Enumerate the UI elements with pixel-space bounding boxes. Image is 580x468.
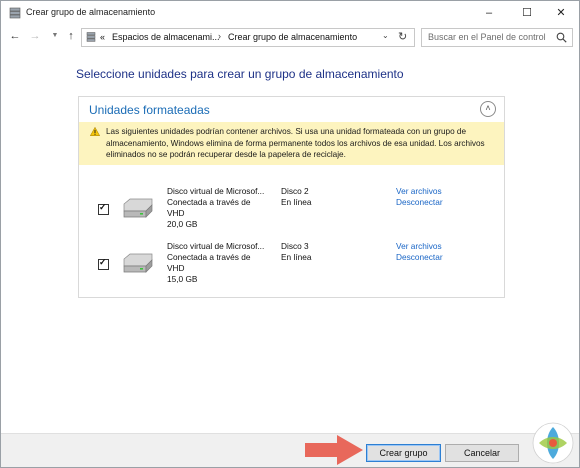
storage-pool-icon [9, 7, 21, 19]
window-title: Crear grupo de almacenamiento [26, 7, 156, 17]
page-title: Seleccione unidades para crear un grupo … [76, 67, 404, 81]
dialog-window: Crear grupo de almacenamiento – ☐ ✕ ← → … [0, 0, 580, 468]
disk-actions: Ver archivos Desconectar [396, 186, 443, 208]
disk-details: Disco virtual de Microsof... Conectada a… [167, 241, 264, 285]
disk-label: Disco 2 [281, 186, 309, 196]
disconnect-link[interactable]: Desconectar [396, 252, 443, 263]
disk-name: Disco virtual de Microsof... [167, 186, 265, 196]
address-dropdown-icon[interactable]: ⌄ [382, 31, 389, 40]
list-item: Disco virtual de Microsof... Conectada a… [79, 185, 504, 235]
forward-arrow-icon[interactable]: → [27, 27, 43, 45]
breadcrumb-item-create-pool[interactable]: Crear grupo de almacenamiento [228, 32, 357, 42]
warning-text: Las siguientes unidades podrían contener… [106, 127, 485, 159]
list-item: Disco virtual de Microsof... Conectada a… [79, 241, 504, 291]
up-arrow-icon[interactable]: ↑ [63, 27, 79, 45]
disk-type: VHD [167, 263, 185, 273]
disk-status: En línea [281, 197, 312, 207]
disk-connection: Conectada a través de [167, 197, 251, 207]
disk-checkbox[interactable] [98, 202, 109, 215]
breadcrumb[interactable]: « Espacios de almacenami... › Crear grup… [81, 28, 415, 47]
disk-info: Disco 3 En línea [281, 241, 311, 263]
warning-icon [90, 127, 100, 136]
disk-status: En línea [281, 252, 312, 262]
disk-checkbox[interactable] [98, 257, 109, 270]
back-arrow-icon[interactable]: ← [7, 27, 23, 45]
title-bar: Crear grupo de almacenamiento – ☐ ✕ [1, 1, 579, 25]
disk-info: Disco 2 En línea [281, 186, 311, 208]
disk-name: Disco virtual de Microsof... [167, 241, 265, 251]
disk-size: 15,0 GB [167, 274, 198, 284]
section-title: Unidades formateadas [89, 103, 210, 117]
breadcrumb-item-storage-spaces[interactable]: Espacios de almacenami... [112, 32, 220, 42]
dialog-footer: Crear grupo Cancelar [1, 433, 579, 467]
disk-actions: Ver archivos Desconectar [396, 241, 443, 263]
view-files-link[interactable]: Ver archivos [396, 186, 443, 197]
formatted-drives-section: Unidades formateadas ˄ Las siguientes un… [78, 96, 505, 298]
warning-banner: Las siguientes unidades podrían contener… [79, 122, 504, 165]
create-pool-button[interactable]: Crear grupo [366, 444, 441, 462]
cancel-button[interactable]: Cancelar [445, 444, 519, 462]
disconnect-link[interactable]: Desconectar [396, 197, 443, 208]
breadcrumb-separator[interactable]: › [218, 31, 221, 41]
storage-pool-icon [86, 32, 96, 42]
breadcrumb-overflow[interactable]: « [100, 32, 105, 42]
drive-icon [123, 253, 153, 273]
disk-size: 20,0 GB [167, 219, 198, 229]
refresh-icon[interactable]: ↻ [398, 30, 407, 43]
search-input[interactable]: Buscar en el Panel de control [421, 28, 573, 47]
disk-details: Disco virtual de Microsof... Conectada a… [167, 186, 264, 230]
maximize-button[interactable]: ☐ [509, 1, 545, 25]
search-icon[interactable] [556, 32, 567, 43]
pointer-arrow-icon [305, 435, 363, 465]
close-button[interactable]: ✕ [543, 1, 579, 25]
disk-type: VHD [167, 208, 185, 218]
drive-icon [123, 198, 153, 218]
recent-locations-chevron-icon[interactable]: ▼ [47, 27, 63, 45]
disk-connection: Conectada a través de [167, 252, 251, 262]
view-files-link[interactable]: Ver archivos [396, 241, 443, 252]
search-placeholder: Buscar en el Panel de control [428, 32, 546, 42]
address-bar: ← → ▼ ↑ « Espacios de almacenami... › Cr… [1, 25, 579, 49]
collapse-chevron-icon[interactable]: ˄ [480, 101, 496, 117]
site-logo-icon [532, 422, 574, 464]
disk-label: Disco 3 [281, 241, 309, 251]
minimize-button[interactable]: – [471, 1, 507, 25]
